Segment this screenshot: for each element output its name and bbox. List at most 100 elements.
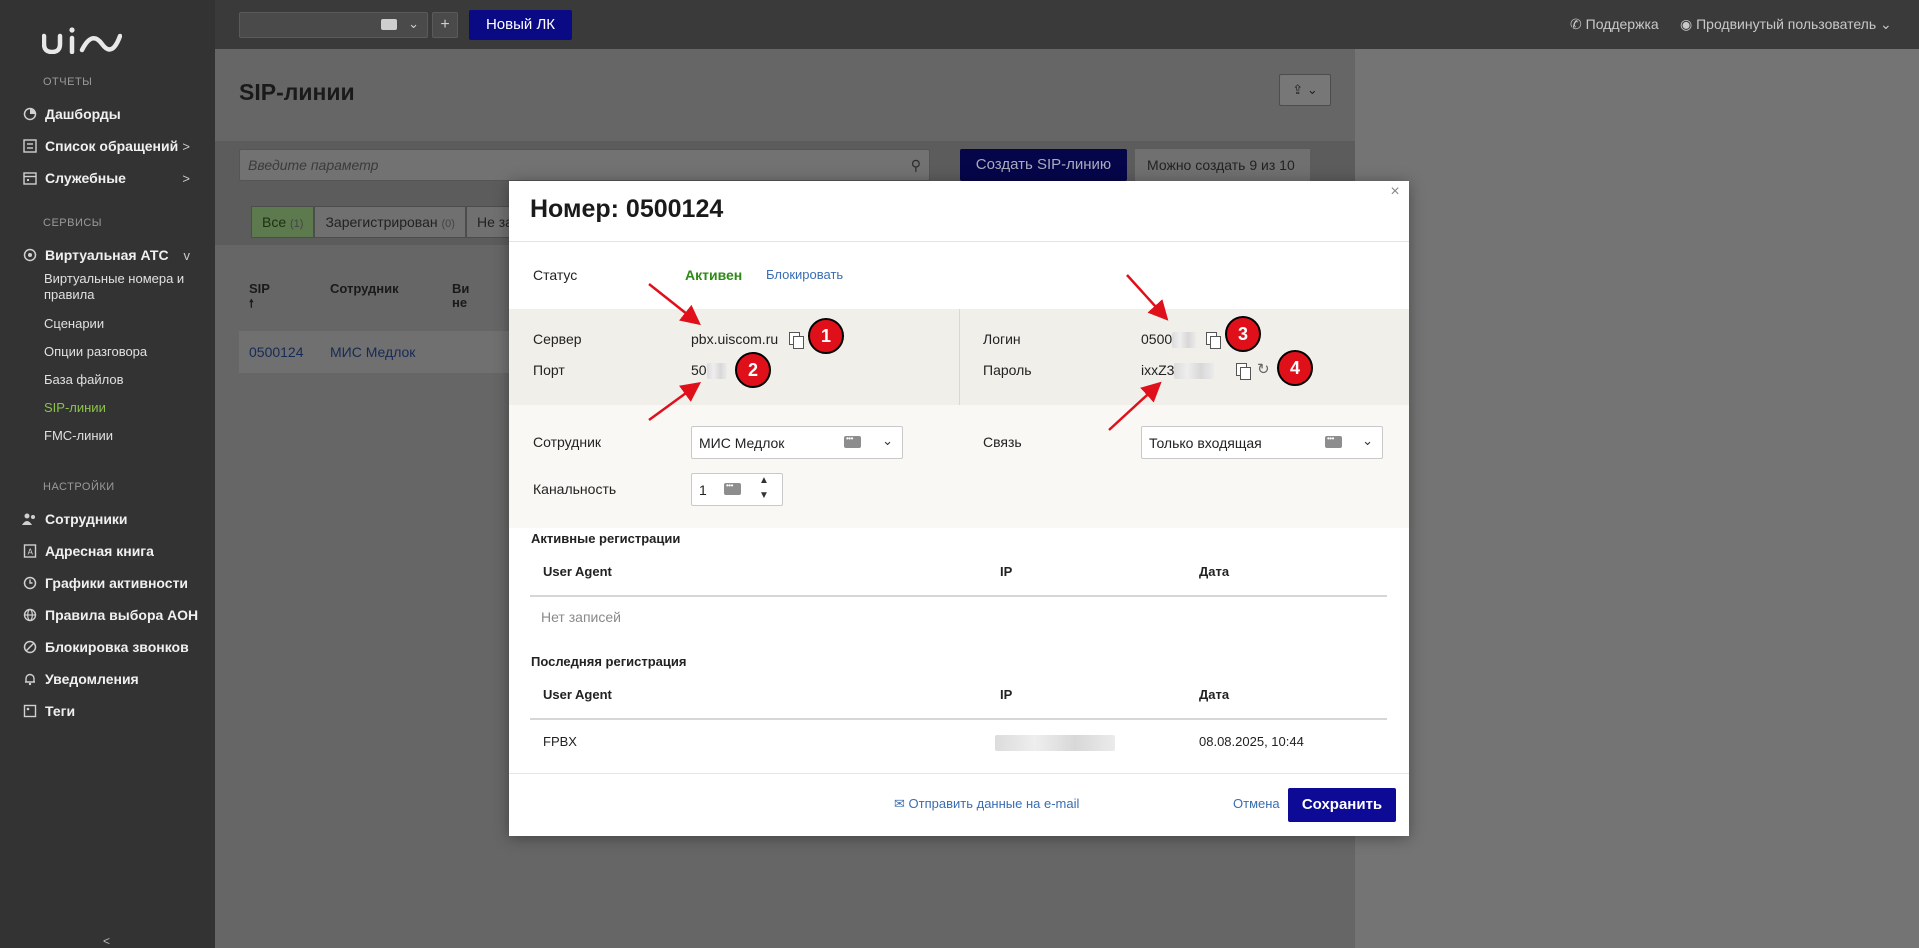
annotation-badge-2: 2 [735,352,771,388]
phone-icon: ✆ [1570,16,1582,32]
collapse-sidebar-icon[interactable]: < [103,934,110,948]
column-ip: IP [1000,687,1013,702]
svg-text:A: A [27,548,33,557]
employee-select[interactable]: МИС Медлок ⌄ [691,426,903,459]
chevron-down-icon: ⌄ [1306,82,1318,97]
link-value: Только входящая [1149,435,1262,451]
clock-icon [22,576,37,591]
column-date: Дата [1199,564,1230,579]
nav-label: Сотрудники [45,511,128,527]
redacted-blur [1174,363,1215,380]
chevron-down-icon: ⌄ [408,16,419,31]
nav-sub-fmc-lines[interactable]: FMC-линии [44,428,194,444]
port-value: 50 [691,362,707,378]
nav-label: Теги [45,703,76,719]
employee-link[interactable]: МИС Медлок [330,344,415,360]
nav-employees[interactable]: Сотрудники [22,507,202,531]
nav-sub-scenarios[interactable]: Сценарии [44,316,194,332]
send-email-link[interactable]: ✉ Отправить данные на e-mail [894,796,1079,812]
nav-label: Служебные [45,170,126,186]
chevron-down-icon: ⌄ [1880,16,1892,32]
uis-logo[interactable] [41,26,123,57]
nav-label: Адресная книга [45,543,154,559]
close-icon[interactable]: × [1387,183,1403,201]
export-button[interactable]: ⇪ ⌄ [1279,74,1331,106]
login-field: 0500 [1141,331,1197,349]
nav-requests-list[interactable]: Список обращений > [22,134,202,158]
last-reg-date: 08.08.2025, 10:44 [1199,734,1304,749]
login-label: Логин [983,331,1021,347]
sip-number-link[interactable]: 0500124 [249,344,304,360]
top-bar: ⌄ + Новый ЛК ✆ Поддержка ◉ Продвинутый п… [215,0,1919,49]
nav-dashboards[interactable]: Дашборды [22,102,202,126]
no-records-text: Нет записей [541,609,621,625]
copy-server-icon[interactable] [789,332,804,349]
chevron-down-icon: ⌄ [1362,433,1373,448]
employee-value: МИС Медлок [699,435,785,451]
nav-sub-virtual-numbers[interactable]: Виртуальные номера и правила [44,271,194,303]
tag-icon [22,704,37,719]
export-icon: ⇪ [1292,82,1304,97]
nav-call-blocking[interactable]: Блокировка звонков [22,635,202,659]
nav-activity-schedules[interactable]: Графики активности [22,571,202,595]
link-type-select[interactable]: Только входящая ⌄ [1141,426,1383,459]
server-label: Сервер [533,331,582,347]
column-ip: IP [1000,564,1013,579]
support-link[interactable]: ✆ Поддержка [1570,16,1659,33]
new-lk-button[interactable]: Новый ЛК [469,10,572,40]
employee-label: Сотрудник [533,434,602,450]
sidebar: ОТЧЕТЫ Дашборды Список обращений > Служе… [0,0,215,948]
refresh-password-icon[interactable]: ↻ [1257,360,1270,378]
nav-tags[interactable]: Теги [22,699,202,723]
support-label: Поддержка [1585,16,1659,32]
nav-sub-sip-lines[interactable]: SIP-линии [44,400,194,416]
column-sip[interactable]: SIP [249,281,270,296]
copy-password-icon[interactable] [1236,363,1251,380]
nav-sub-call-options[interactable]: Опции разговора [44,344,194,360]
increment-icon[interactable]: ▲ [759,475,769,486]
services-section-header: СЕРВИСЫ [43,217,103,229]
address-book-icon: A [22,544,37,559]
search-input[interactable]: Введите параметр ⚲ [239,149,930,181]
status-label: Статус [533,267,578,283]
add-account-button[interactable]: + [432,12,458,38]
more-icon [381,19,397,30]
divider [959,309,960,405]
nav-label: Список обращений [45,138,179,154]
channels-stepper[interactable]: 1 ▲ ▼ [691,473,783,506]
decrement-icon[interactable]: ▼ [759,490,769,501]
users-icon [22,512,37,527]
nav-sub-file-base[interactable]: База файлов [44,372,194,388]
sort-arrow-icon[interactable]: 🠕 [249,295,254,314]
tab-registered[interactable]: Зарегистрирован (0) [314,206,466,238]
page-title: SIP-линии [239,79,355,105]
account-select[interactable]: ⌄ [239,12,428,38]
block-link[interactable]: Блокировать [766,267,843,282]
line-settings-panel [509,405,1409,528]
nav-virtual-pbx[interactable]: Виртуальная АТС v [22,243,202,267]
save-button[interactable]: Сохранить [1288,788,1396,822]
more-icon [724,481,741,495]
nav-caller-id-rules[interactable]: Правила выбора АОН [22,603,202,627]
empty-area [1355,49,1919,948]
port-label: Порт [533,362,565,378]
bell-icon [22,672,37,687]
list-icon [22,139,37,154]
search-icon[interactable]: ⚲ [911,150,921,180]
nav-notifications[interactable]: Уведомления [22,667,202,691]
user-menu[interactable]: ◉ Продвинутый пользователь ⌄ [1680,16,1892,33]
tab-all[interactable]: Все (1) [251,206,315,238]
divider [530,595,1387,597]
copy-login-icon[interactable] [1206,332,1221,349]
server-value: pbx.uiscom.ru [691,331,779,347]
cancel-button[interactable]: Отмена [1233,796,1280,811]
column-employee[interactable]: Сотрудник [330,281,399,296]
user-icon: ◉ [1680,16,1693,32]
nav-label: Дашборды [45,106,121,122]
divider [509,773,1409,774]
sip-line-modal: × Номер: 0500124 Статус Активен Блокиров… [509,181,1409,836]
active-registrations-title: Активные регистрации [531,531,681,546]
create-sip-line-button[interactable]: Создать SIP-линию [960,149,1127,181]
nav-address-book[interactable]: A Адресная книга [22,539,202,563]
nav-service[interactable]: Служебные > [22,166,202,190]
